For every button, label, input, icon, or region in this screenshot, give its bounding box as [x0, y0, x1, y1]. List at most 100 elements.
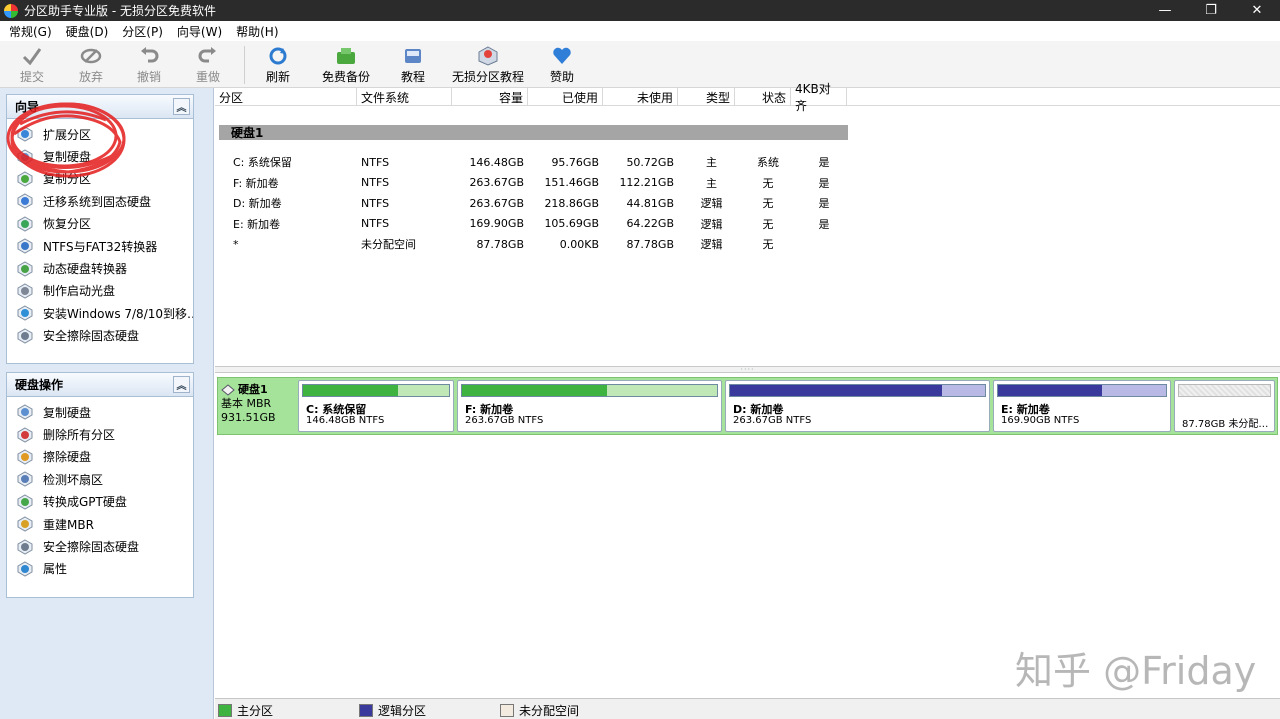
backup-button[interactable]: 免费备份: [303, 41, 389, 88]
disk-name-text: 硬盘1: [238, 383, 268, 396]
table-cell: C: 系统保留: [233, 156, 292, 169]
restore-button[interactable]: ❐: [1188, 0, 1234, 21]
wizard-panel-item[interactable]: 安装Windows 7/8/10到移…: [7, 302, 193, 324]
table-row[interactable]: C: 系统保留 NTFS 146.48GB 95.76GB 50.72GB 主 系统 是: [215, 152, 855, 172]
partition-info: 263.67GB NTFS: [465, 415, 544, 426]
app-logo-icon: [4, 3, 18, 18]
table-cell: 151.46GB: [544, 176, 599, 189]
partition-block[interactable]: E: 新加卷 169.90GB NTFS: [993, 380, 1171, 432]
watermark: 知乎 @Friday: [1015, 649, 1257, 693]
disk-group-row[interactable]: 硬盘1: [219, 125, 848, 140]
panel-splitter[interactable]: [200, 88, 214, 719]
wizard-panel-item[interactable]: 制作启动光盘: [7, 280, 193, 302]
wizard-panel-item[interactable]: 迁移系统到固态硬盘: [7, 190, 193, 212]
backup-label: 免费备份: [321, 70, 370, 84]
table-cell: 主: [706, 156, 717, 169]
partition-block[interactable]: C: 系统保留 146.48GB NTFS: [298, 380, 454, 432]
disk-ops-panel-item[interactable]: 转换成GPT硬盘: [7, 491, 193, 513]
table-cell: 44.81GB: [626, 196, 674, 210]
col-used[interactable]: 已使用: [528, 88, 603, 106]
col-capacity[interactable]: 容量: [452, 88, 528, 106]
partition-block[interactable]: F: 新加卷 263.67GB NTFS: [457, 380, 722, 432]
minimize-button[interactable]: —: [1142, 0, 1188, 21]
redo-button[interactable]: 重做: [180, 41, 236, 88]
disk-ops-panel-item[interactable]: 重建MBR: [7, 513, 193, 535]
table-row[interactable]: E: 新加卷 NTFS 169.90GB 105.69GB 64.22GB 逻辑 无 是: [215, 214, 855, 234]
item-label: 重建MBR: [43, 517, 94, 532]
wizard-panel-item[interactable]: NTFS与FAT32转换器: [7, 235, 193, 257]
item-label: 删除所有分区: [43, 428, 116, 443]
table-cell: 87.78GB: [626, 237, 674, 251]
usage-fill: [462, 385, 608, 396]
partition-info: 169.90GB NTFS: [1001, 415, 1080, 426]
col-filesystem[interactable]: 文件系统: [357, 88, 452, 106]
wizard-panel-item[interactable]: 复制硬盘: [7, 145, 193, 167]
menu-wizard[interactable]: 向导(W): [172, 23, 227, 40]
disk-ops-panel-item[interactable]: 删除所有分区: [7, 423, 193, 445]
backup-icon: [335, 46, 357, 66]
refresh-button[interactable]: 刷新: [253, 41, 303, 88]
copy-disk-icon: [17, 404, 33, 420]
disk-type: 基本 MBR: [221, 397, 272, 410]
col-4k-align[interactable]: 4KB对齐: [791, 82, 847, 113]
copy-disk-icon: [17, 149, 33, 165]
menu-disk[interactable]: 硬盘(D): [61, 23, 114, 40]
legend-bar: 主分区 逻辑分区 未分配空间: [215, 698, 1280, 719]
legend-primary-label: 主分区: [237, 704, 274, 718]
wizard-panel-item[interactable]: 扩展分区: [7, 123, 193, 145]
collapse-chevron-icon[interactable]: ︽: [173, 376, 190, 393]
discard-label: 放弃: [78, 70, 103, 84]
table-cell: 无: [762, 238, 774, 251]
donate-button[interactable]: 赞助: [539, 41, 585, 88]
partition-block[interactable]: D: 新加卷 263.67GB NTFS: [725, 380, 990, 432]
disk-ops-panel-item[interactable]: 擦除硬盘: [7, 446, 193, 468]
partition-tutorial-label: 无损分区教程: [451, 70, 524, 84]
partition-block[interactable]: 87.78GB 未分配…: [1174, 380, 1275, 432]
menu-partition[interactable]: 分区(P): [117, 23, 168, 40]
partition-info: 87.78GB 未分配…: [1182, 419, 1269, 430]
table-cell: 无: [762, 217, 774, 231]
discard-button[interactable]: 放弃: [64, 41, 118, 88]
table-row[interactable]: * 未分配空间 87.78GB 0.00KB 87.78GB 逻辑 无: [215, 234, 855, 254]
table-cell: E: 新加卷: [233, 217, 281, 231]
donate-label: 赞助: [549, 70, 574, 84]
table-cell: 105.69GB: [544, 217, 599, 230]
bad-sector-icon: [17, 471, 33, 487]
disk-ops-panel-item[interactable]: 复制硬盘: [7, 401, 193, 423]
wizard-panel-item[interactable]: 安全擦除固态硬盘: [7, 325, 193, 347]
wizard-panel-item[interactable]: 恢复分区: [7, 213, 193, 235]
dynamic-disk-icon: [17, 260, 33, 277]
tutorial-button[interactable]: 教程: [389, 41, 437, 88]
commit-button[interactable]: 提交: [0, 41, 64, 88]
legend-logical: 逻辑分区: [359, 702, 426, 719]
menu-help[interactable]: 帮助(H): [231, 23, 283, 40]
wizard-panel-item[interactable]: 复制分区: [7, 168, 193, 190]
wizard-group-header: 向导 ︽: [7, 95, 193, 119]
col-status[interactable]: 状态: [735, 88, 791, 106]
menu-general[interactable]: 常规(G): [4, 23, 57, 40]
collapse-chevron-icon[interactable]: ︽: [173, 98, 190, 115]
extend-partition-icon: [17, 126, 33, 142]
disk-ops-group: 硬盘操作 ︽ 复制硬盘 删除所有分区 擦除硬盘 检测坏扇区 转换成GPT硬盘 重建MBR 安…: [6, 372, 194, 598]
menu-bar: 常规(G) 硬盘(D) 分区(P) 向导(W) 帮助(H): [0, 21, 1280, 41]
close-button[interactable]: ✕: [1234, 0, 1280, 21]
wipe-disk-icon: [17, 449, 33, 465]
table-row[interactable]: F: 新加卷 NTFS 263.67GB 151.46GB 112.21GB 主 无 是: [215, 173, 855, 193]
horizontal-splitter[interactable]: ····: [215, 365, 1280, 373]
table-row[interactable]: D: 新加卷 NTFS 263.67GB 218.86GB 44.81GB 逻辑 无 是: [215, 193, 855, 213]
col-type[interactable]: 类型: [678, 88, 735, 106]
disk-ops-panel-item[interactable]: 安全擦除固态硬盘: [7, 535, 193, 557]
disk-map-row[interactable]: 硬盘1 基本 MBR 931.51GB C: 系统保留 146.48GB NTFS…: [217, 377, 1278, 435]
partition-tutorial-button[interactable]: 无损分区教程: [437, 41, 539, 88]
undo-button[interactable]: 撤销: [118, 41, 180, 88]
table-cell: F: 新加卷: [233, 176, 279, 190]
wizard-panel-item[interactable]: 动态硬盘转换器: [7, 257, 193, 279]
window-title: 分区助手专业版 - 无损分区免费软件: [24, 4, 216, 18]
disk-name: 硬盘1: [221, 383, 297, 397]
disk-ops-panel-item[interactable]: 检测坏扇区: [7, 468, 193, 490]
disk-ops-panel-item[interactable]: 属性: [7, 558, 193, 580]
table-cell: 169.90GB: [469, 217, 524, 230]
table-cell: 是: [818, 197, 830, 210]
col-unused[interactable]: 未使用: [603, 88, 678, 106]
col-partition[interactable]: 分区: [215, 88, 357, 106]
